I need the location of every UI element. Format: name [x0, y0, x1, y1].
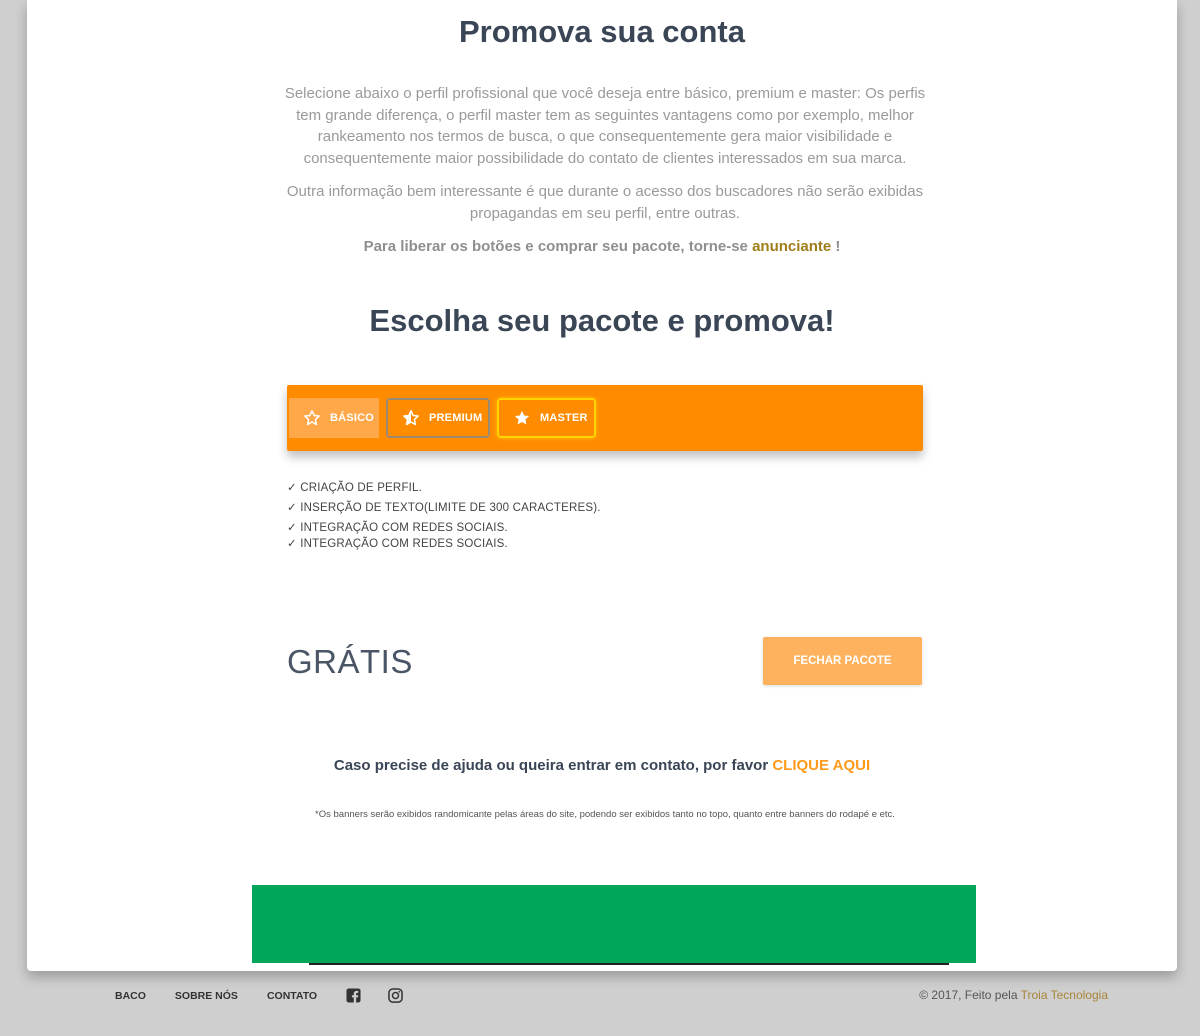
- star-filled-icon: [514, 410, 530, 425]
- package-tabs: BÁSICO PREMIUM MASTER: [287, 385, 923, 451]
- copyright: © 2017, Feito pela Troia Tecnologia: [919, 988, 1108, 1002]
- tab-premium[interactable]: PREMIUM: [386, 398, 490, 438]
- unlock-message: Para liberar os botões e comprar seu pac…: [27, 238, 1177, 255]
- instagram-icon[interactable]: [388, 988, 403, 1003]
- feature-list: ✓ CRIAÇÃO DE PERFIL. ✓ INSERÇÃO DE TEXTO…: [287, 480, 887, 552]
- list-item: ✓ INSERÇÃO DE TEXTO(LIMITE DE 300 CARACT…: [287, 502, 601, 514]
- list-item: ✓ INTEGRAÇÃO COM REDES SOCIAIS.: [287, 538, 508, 550]
- contact-link[interactable]: CLIQUE AQUI: [772, 757, 870, 774]
- list-item: ✓ CRIAÇÃO DE PERFIL.: [287, 482, 423, 494]
- advertiser-link[interactable]: anunciante: [752, 238, 831, 255]
- banner-note: *Os banners serão exibidos randomicante …: [315, 809, 895, 820]
- close-package-button[interactable]: FECHAR PACOTE: [763, 637, 922, 685]
- unlock-suffix: !: [831, 238, 841, 255]
- section-title: Escolha seu pacote e promova!: [369, 303, 835, 338]
- tab-premium-label: PREMIUM: [429, 412, 483, 424]
- footer-link-baco[interactable]: BACO: [115, 990, 146, 1002]
- unlock-text: Para liberar os botões e comprar seu pac…: [363, 238, 748, 255]
- info-paragraph: Outra informação bem interessante é que …: [286, 183, 924, 222]
- tab-basico[interactable]: BÁSICO: [289, 398, 379, 438]
- brand-link[interactable]: Troia Tecnologia: [1021, 988, 1108, 1002]
- help-text: Caso precise de ajuda ou queira entrar e…: [333, 757, 773, 774]
- footer-link-contato[interactable]: CONTATO: [267, 990, 317, 1002]
- star-outline-icon: [304, 410, 320, 426]
- copyright-text: © 2017, Feito pela: [919, 988, 1021, 1002]
- ad-banner[interactable]: [252, 885, 976, 963]
- tab-basico-label: BÁSICO: [330, 412, 374, 424]
- footer-nav: BACO SOBRE NÓS CONTATO: [115, 988, 430, 1003]
- package-price: GRÁTIS: [287, 643, 413, 680]
- main-card: Promova sua conta Selecione abaixo o per…: [27, 0, 1177, 971]
- banner-divider: [309, 963, 949, 965]
- tab-master-label: MASTER: [540, 412, 588, 424]
- star-half-icon: [403, 410, 419, 426]
- facebook-icon[interactable]: [346, 988, 361, 1003]
- tab-master[interactable]: MASTER: [497, 398, 596, 438]
- help-message: Caso precise de ajuda ou queira entrar e…: [27, 757, 1177, 774]
- footer-link-sobre-nos[interactable]: SOBRE NÓS: [175, 990, 238, 1002]
- intro-paragraph: Selecione abaixo o perfil profissional q…: [284, 85, 926, 167]
- list-item: ✓ INTEGRAÇÃO COM REDES SOCIAIS.: [287, 522, 508, 534]
- page-title: Promova sua conta: [459, 14, 745, 49]
